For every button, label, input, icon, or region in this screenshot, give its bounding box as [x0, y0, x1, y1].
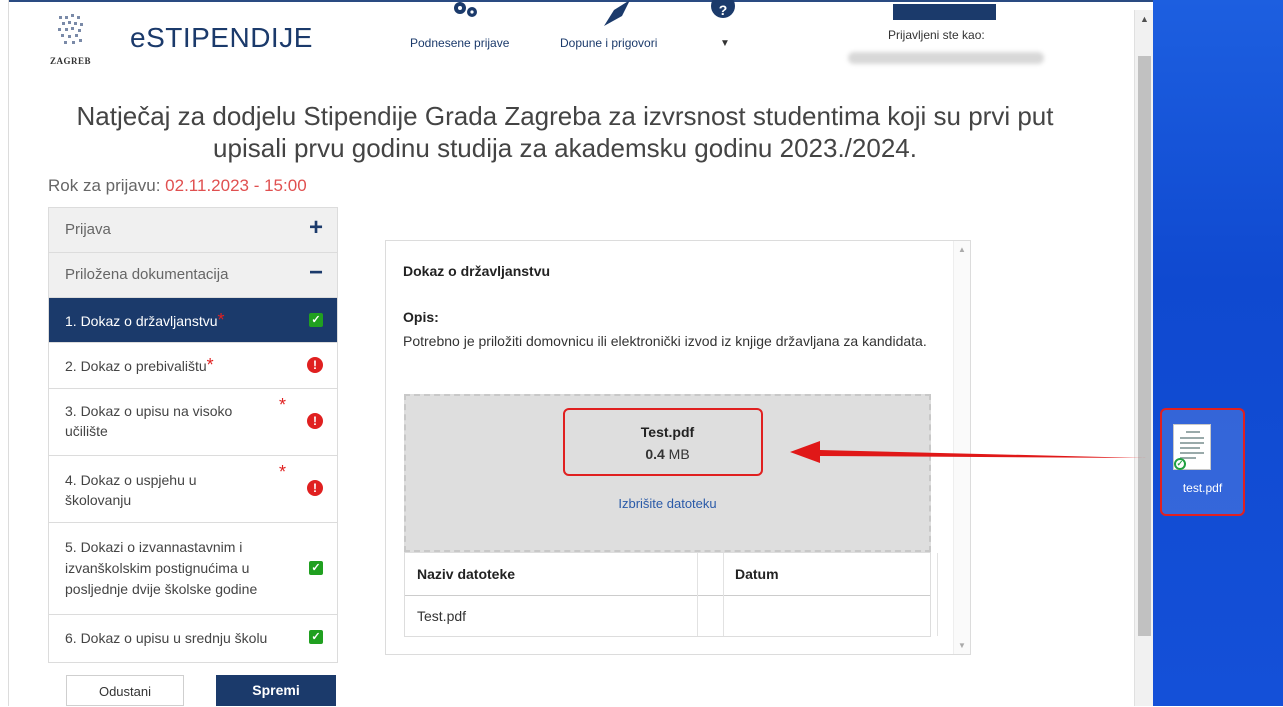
- column-divider: [697, 553, 698, 636]
- checkmark-icon: ✓: [309, 561, 323, 575]
- gears-icon[interactable]: [450, 0, 480, 23]
- rocket-icon[interactable]: [600, 0, 634, 31]
- sidebar-section-dokumentacija[interactable]: Priložena dokumentacija −: [49, 253, 337, 298]
- window-edge: [0, 0, 9, 706]
- chevron-down-icon[interactable]: ▼: [720, 38, 730, 49]
- error-icon: !: [307, 413, 323, 429]
- scroll-down-icon[interactable]: ▼: [958, 641, 966, 650]
- error-icon: !: [307, 480, 323, 496]
- sidebar-section-label: Priložena dokumentacija: [65, 266, 229, 283]
- username-redacted: [848, 52, 1044, 64]
- sidebar-item-dokaz-drzavljanstvo[interactable]: 1. Dokaz o državljanstvu* ✓: [49, 298, 337, 343]
- title-line-1: Natječaj za dodjelu Stipendije Grada Zag…: [76, 101, 1054, 131]
- column-header-datum[interactable]: Datum: [735, 553, 779, 595]
- deadline-label: Rok za prijavu:: [48, 176, 161, 195]
- files-table: Naziv datoteke Datum Test.pdf: [404, 552, 938, 637]
- scroll-up-icon[interactable]: ▲: [958, 245, 966, 254]
- sidebar-item-dokazi-postignuca[interactable]: 5. Dokazi o izvannastavnim i izvanškolsk…: [49, 523, 337, 615]
- logged-in-label: Prijavljeni ste kao:: [888, 28, 985, 42]
- minus-icon[interactable]: −: [309, 261, 323, 285]
- error-icon: !: [307, 357, 323, 373]
- description-text: Potrebno je priložiti domovnicu ili elek…: [403, 333, 927, 349]
- help-icon[interactable]: ?: [710, 0, 736, 25]
- nav-dopune-i-prigovori[interactable]: Dopune i prigovori: [560, 36, 657, 50]
- column-header-naziv[interactable]: Naziv datoteke: [417, 553, 515, 595]
- header-divider: [405, 595, 930, 596]
- delete-file-link[interactable]: Izbrišite datoteku: [406, 496, 929, 511]
- sync-ok-icon: ✓: [1174, 458, 1186, 470]
- panel-scrollbar[interactable]: ▲ ▼: [953, 241, 970, 654]
- table-cell-filename[interactable]: Test.pdf: [417, 597, 466, 635]
- scroll-up-icon[interactable]: ▲: [1140, 14, 1149, 24]
- page-scrollbar[interactable]: ▲: [1134, 10, 1154, 706]
- zagreb-logo[interactable]: ZAGREB: [50, 14, 96, 68]
- deadline-date: 02.11.2023 - 15:00: [165, 176, 307, 195]
- sidebar-item-dokaz-upis[interactable]: 3. Dokaz o upisu na visoko učilište * !: [49, 389, 337, 456]
- brand-title[interactable]: eSTIPENDIJE: [130, 22, 313, 54]
- desktop-background: [1153, 0, 1283, 706]
- checkmark-icon: ✓: [309, 630, 323, 644]
- svg-text:?: ?: [719, 2, 728, 18]
- sidebar-item-label: 5. Dokazi o izvannastavnim i izvanškolsk…: [65, 539, 258, 597]
- deadline: Rok za prijavu: 02.11.2023 - 15:00: [48, 176, 307, 196]
- sidebar-item-label: 4. Dokaz o uspjehu u školovanju: [65, 472, 197, 508]
- column-divider: [723, 553, 724, 636]
- sidebar-item-label: 3. Dokaz o upisu na visoko učilište: [65, 403, 233, 439]
- sidebar-item-label: 2. Dokaz o prebivalištu: [65, 358, 207, 374]
- required-asterisk: *: [279, 462, 287, 482]
- scrollbar-thumb[interactable]: [1138, 56, 1151, 636]
- sidebar-section-label: Prijava: [65, 221, 111, 238]
- panel-title: Dokaz o državljanstvu: [403, 263, 551, 279]
- checkmark-icon: ✓: [309, 313, 323, 327]
- required-asterisk: *: [206, 355, 214, 375]
- save-button[interactable]: Spremi: [216, 675, 336, 706]
- sidebar-item-dokaz-prebivaliste[interactable]: 2. Dokaz o prebivalištu* !: [49, 343, 337, 389]
- title-line-2: upisali prvu godinu studija za akademsku…: [213, 133, 917, 163]
- logo-city-name: ZAGREB: [50, 56, 92, 66]
- required-asterisk: *: [217, 310, 225, 330]
- sidebar-item-dokaz-uspjeh[interactable]: 4. Dokaz o uspjehu u školovanju * !: [49, 456, 337, 523]
- cancel-button[interactable]: Odustani: [66, 675, 184, 706]
- user-menu-bar[interactable]: [893, 4, 996, 20]
- sidebar-section-prijava[interactable]: Prijava +: [49, 208, 337, 253]
- plus-icon[interactable]: +: [309, 216, 323, 240]
- desktop-file-label[interactable]: test.pdf: [1160, 481, 1245, 495]
- page-title: Natječaj za dodjelu Stipendije Grada Zag…: [40, 100, 1090, 164]
- column-divider: [937, 553, 938, 636]
- zagreb-crest-icon: [58, 14, 83, 44]
- sidebar: Prijava + Priložena dokumentacija − 1. D…: [48, 207, 338, 663]
- sidebar-item-label: 6. Dokaz o upisu u srednju školu: [65, 630, 268, 646]
- file-highlight-box: [563, 408, 763, 476]
- sidebar-item-label: 1. Dokaz o državljanstvu: [65, 313, 218, 329]
- description-label: Opis:: [403, 309, 439, 325]
- required-asterisk: *: [279, 395, 287, 415]
- sidebar-item-dokaz-srednja-skola[interactable]: 6. Dokaz o upisu u srednju školu ✓: [49, 615, 337, 662]
- nav-podnesene-prijave[interactable]: Podnesene prijave: [410, 36, 509, 50]
